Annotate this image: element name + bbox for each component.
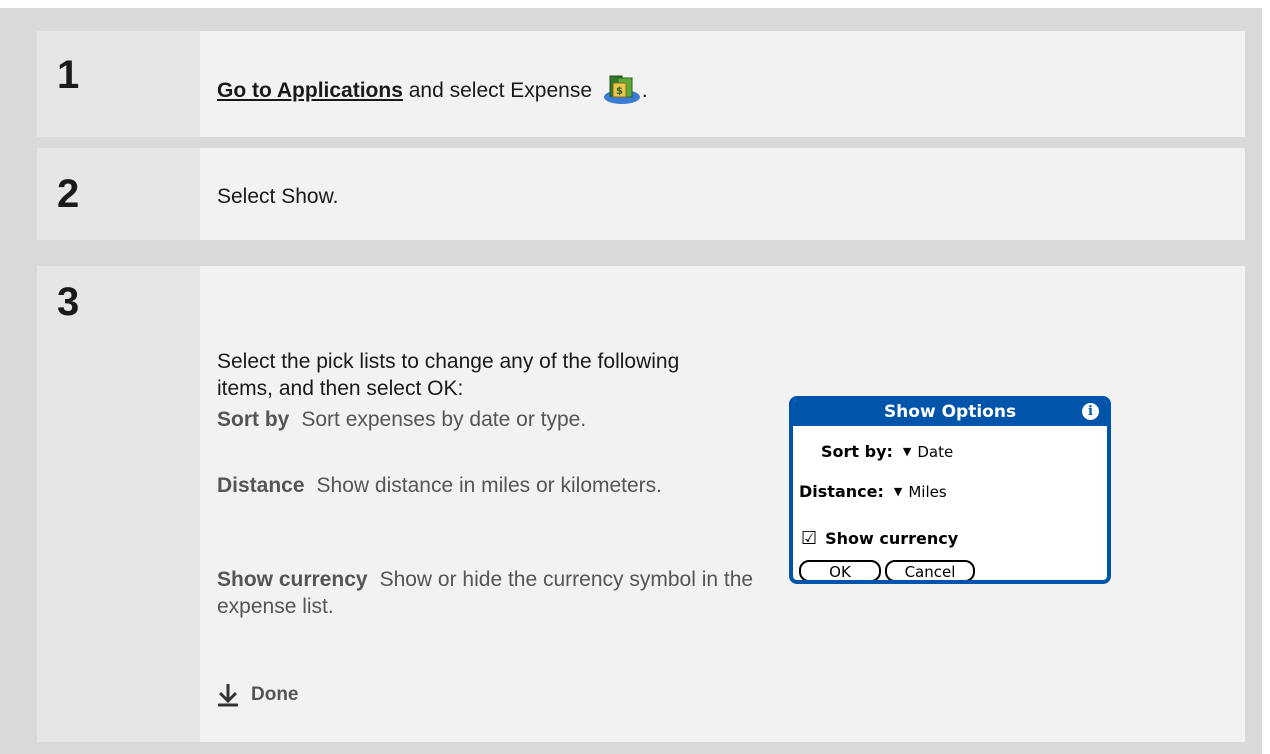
done-label: Done xyxy=(251,684,299,705)
sort-by-picklist[interactable]: Date xyxy=(917,443,953,461)
step-number: 2 xyxy=(57,172,80,216)
distance-row: Distance: ▼ Miles xyxy=(799,482,947,501)
triangle-down-icon[interactable]: ▼ xyxy=(894,485,902,498)
sort-by-label: Sort by: xyxy=(821,442,893,461)
dialog-title-bar: Show Options i xyxy=(793,400,1107,426)
show-options-dialog: Show Options i Sort by: ▼ Date Distance:… xyxy=(789,396,1111,584)
step-1-text: Go to Applications and select Expense $ … xyxy=(217,73,648,111)
sort-by-row: Sort by: ▼ Date xyxy=(821,442,953,461)
triangle-down-icon[interactable]: ▼ xyxy=(903,445,911,458)
step-2-text: Select Show. xyxy=(217,185,339,208)
distance-label: Distance: xyxy=(799,482,884,501)
step-3-intro: Select the pick lists to change any of t… xyxy=(217,350,680,400)
distance-item: Distance Show distance in miles or kilome… xyxy=(217,474,663,497)
go-to-applications-link[interactable]: Go to Applications xyxy=(217,79,403,102)
step-2: 2 Select Show. xyxy=(37,148,1245,240)
ok-button[interactable]: OK xyxy=(799,560,881,580)
step-number: 3 xyxy=(57,280,80,324)
dialog-title: Show Options xyxy=(883,402,1017,422)
step-number: 1 xyxy=(57,53,80,97)
show-currency-item: Show currency Show or hide the currency s… xyxy=(217,568,754,618)
checkbox-checked-icon[interactable]: ☑ xyxy=(801,528,817,549)
done-marker: Done xyxy=(217,683,299,707)
step-1: 1 Go to Applications and select Expense … xyxy=(37,31,1245,137)
expense-app-icon: $ xyxy=(602,73,642,111)
distance-picklist[interactable]: Miles xyxy=(908,483,946,501)
info-icon[interactable]: i xyxy=(1082,403,1099,420)
cancel-button[interactable]: Cancel xyxy=(885,560,975,580)
show-currency-row[interactable]: ☑ Show currency xyxy=(801,528,958,549)
svg-text:$: $ xyxy=(616,86,623,97)
step-body: Select Show. xyxy=(200,148,1245,240)
show-currency-label[interactable]: Show currency xyxy=(825,529,958,548)
sort-by-item: Sort by Sort expenses by date or type. xyxy=(217,408,587,431)
down-arrow-icon xyxy=(218,684,238,707)
step-body: Go to Applications and select Expense $ … xyxy=(200,31,1245,137)
